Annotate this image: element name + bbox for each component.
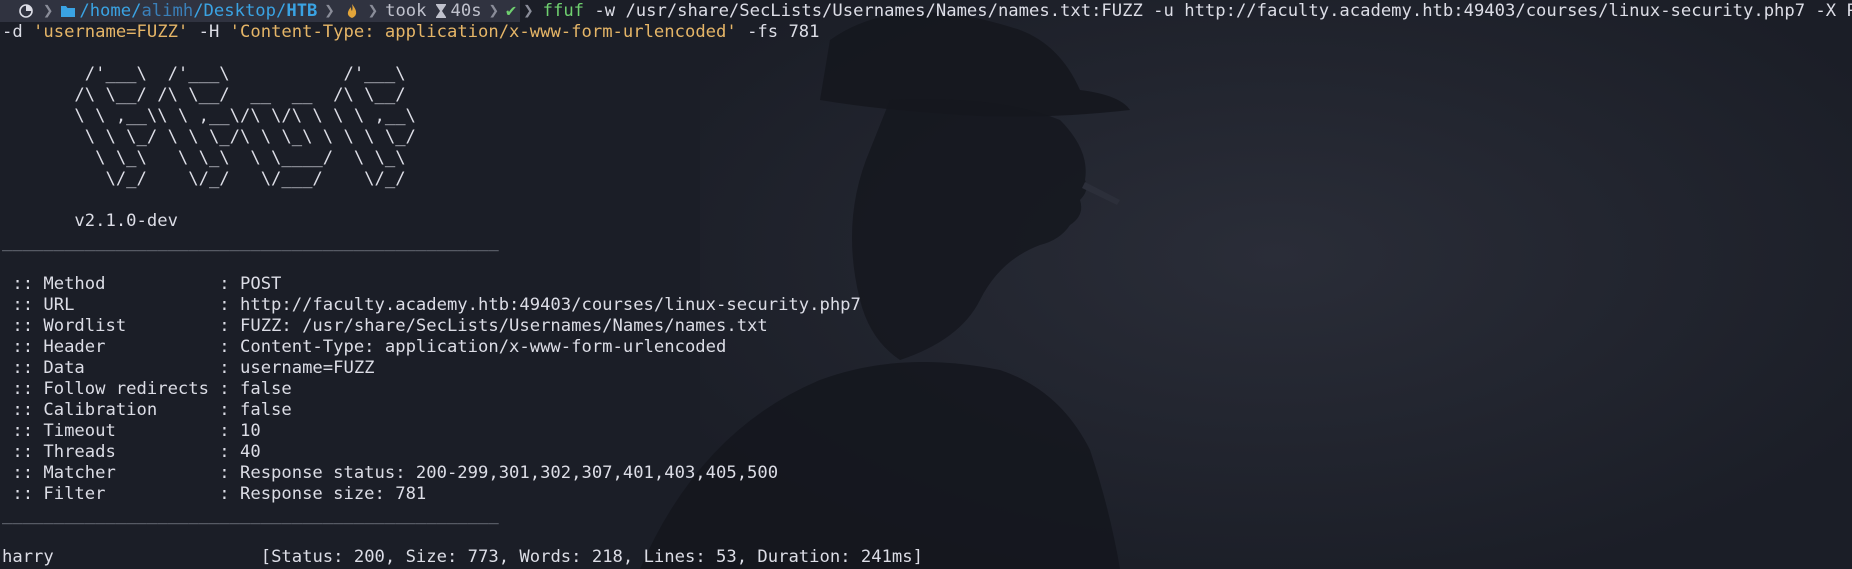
result-status: [Status: 200, Size: 773, Words: 218, Lin… [260,547,923,567]
config-line-follow-redirects: :: Follow redirects : false [2,379,292,399]
fire-icon [347,4,356,18]
config-line-calibration: :: Calibration : false [2,400,292,420]
path-segment: /home/alimh/Desktop/HTB [56,0,322,22]
status-segment [337,0,365,22]
check-icon: ✔ [505,1,517,21]
config-line-threads: :: Threads : 40 [2,442,261,462]
banner-ascii-line: \ \ \_/ \ \ \_/\ \ \_\ \ \ \ \_/ [2,127,416,147]
command-args-line1: -w /usr/share/SecLists/Usernames/Names/n… [584,1,1852,21]
prompt-separator-icon: ❯ [321,0,338,22]
divider-rule: ________________________________________… [2,505,499,525]
version-text: v2.1.0-dev [2,211,178,231]
shell-prompt: ❯ /home/alimh/Desktop/HTB ❯ ❯ took 40s ❯… [0,0,1852,22]
config-line-timeout: :: Timeout : 10 [2,421,261,441]
flag-d: -d [2,22,34,42]
result-line: harry [Status: 200, Size: 773, Words: 21… [2,547,923,568]
config-line-header: :: Header : Content-Type: application/x-… [2,337,727,357]
hourglass-icon [435,4,446,18]
config-line-method: :: Method : POST [2,274,282,294]
banner-ascii-line: \/_/ \/_/ \/___/ \/_/ [2,169,406,189]
data-string: 'username=FUZZ' [33,22,189,42]
flag-fs: -fs 781 [736,22,820,42]
prompt-separator-icon: ❯ [40,0,57,22]
prompt-end-icon: ❯ [523,1,534,21]
banner-ascii-line: /'___\ /'___\ /'___\ [2,64,406,84]
banner-ascii-line: /\ \__/ /\ \__/ __ __ /\ \__/ [2,85,406,105]
command-name: ffuf [542,1,585,21]
path-leaf: HTB [286,1,318,21]
path-home: /home/ [79,1,142,21]
banner-ascii-line: \ \_\ \ \_\ \ \____/ \ \_\ [2,148,406,168]
prompt-separator-icon: ❯ [364,0,382,22]
config-line-filter: :: Filter : Response size: 781 [2,484,427,504]
os-icon-segment [0,0,40,22]
command-args-line2: -d 'username=FUZZ' -H 'Content-Type: app… [2,22,820,43]
prompt-separator-icon: ❯ [485,0,502,22]
result-word: harry [2,547,54,567]
took-label: took [385,1,427,21]
divider-rule: ________________________________________… [2,232,499,252]
config-line-matcher: :: Matcher : Response status: 200-299,30… [2,463,779,483]
config-line-data: :: Data : username=FUZZ [2,358,375,378]
banner-ascii-line: \ \ ,__\\ \ ,__\/\ \/\ \ \ \ ,__\ [2,106,416,126]
header-string: 'Content-Type: application/x-www-form-ur… [229,22,737,42]
result-segment: ✔ [501,0,521,22]
folder-icon [61,6,76,17]
duration-segment: took 40s [381,0,486,22]
terminal-os-icon [19,4,33,18]
config-line-url: :: URL : http://faculty.academy.htb:4940… [2,295,861,315]
flag-h: -H [188,22,230,42]
path-user: alimh [141,1,194,21]
path-mid: /Desktop/ [193,1,287,21]
config-line-wordlist: :: Wordlist : FUZZ: /usr/share/SecLists/… [2,316,768,336]
took-value: 40s [450,1,482,21]
